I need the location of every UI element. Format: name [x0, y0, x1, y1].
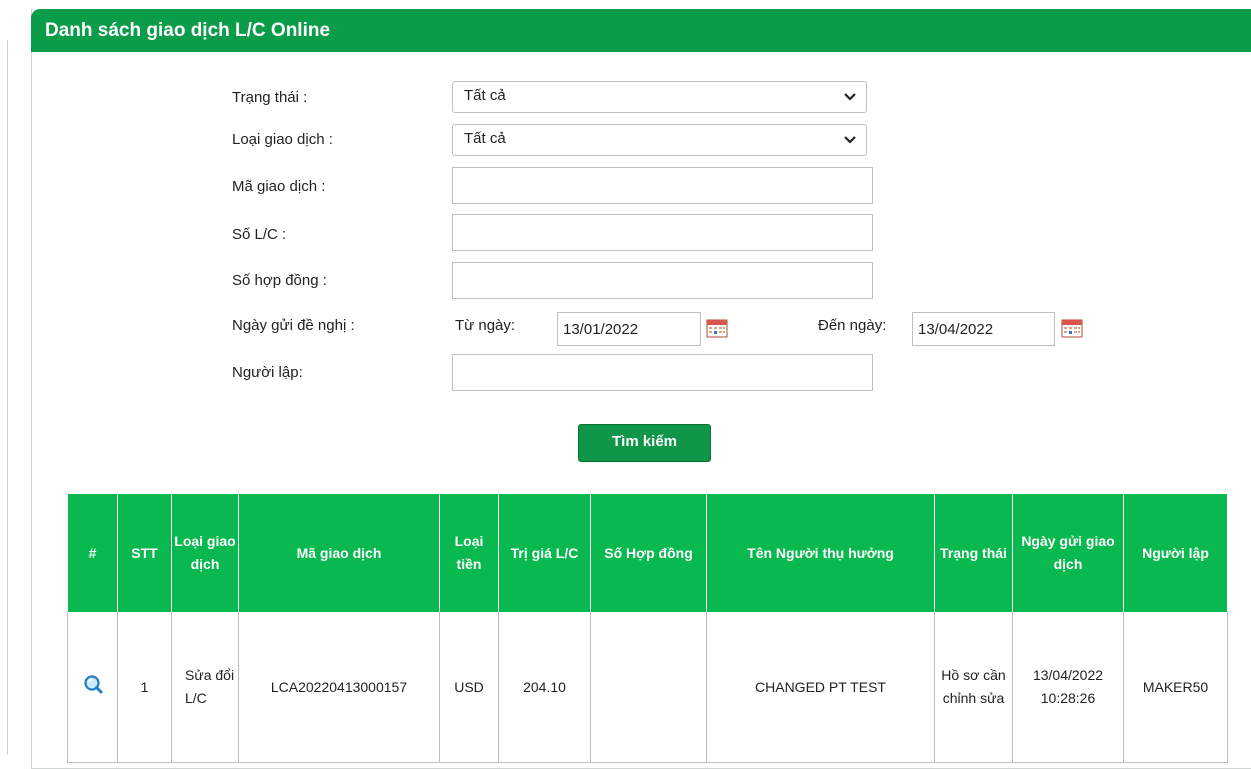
table-row: 1 Sửa đổi L/C LCA20220413000157 USD 204.…	[67, 612, 1228, 763]
lc-input[interactable]	[452, 214, 873, 251]
col-header-code: Mã giao dịch	[238, 494, 440, 612]
transactions-table: # STT Loại giao dịch Mã giao dịch Loại t…	[67, 494, 1228, 763]
to-date-label: Đến ngày:	[818, 317, 887, 334]
cell-status: Hồ sơ cần chỉnh sửa	[934, 612, 1013, 763]
type-select-value: Tất cả	[464, 130, 506, 147]
type-label: Loại giao dịch :	[232, 131, 333, 148]
calendar-icon[interactable]	[706, 318, 728, 338]
view-cell	[67, 612, 118, 763]
col-header-creator: Người lập	[1123, 494, 1228, 612]
status-select[interactable]: Tất cả	[452, 81, 867, 113]
cell-date-day: 13/04/2022	[1032, 667, 1104, 683]
contract-label: Số hợp đồng :	[232, 272, 327, 289]
creator-label: Người lập:	[232, 364, 303, 381]
col-header-stt: STT	[117, 494, 172, 612]
to-date-input[interactable]: 13/04/2022	[912, 312, 1055, 346]
status-label: Trạng thái :	[232, 89, 308, 106]
date-label: Ngày gửi đề nghị :	[232, 317, 355, 334]
from-date-label: Từ ngày:	[455, 317, 516, 334]
magnifier-icon[interactable]	[83, 674, 103, 694]
cell-code: LCA20220413000157	[238, 612, 440, 763]
cell-creator: MAKER50	[1123, 612, 1228, 763]
type-select[interactable]: Tất cả	[452, 124, 867, 156]
cell-type: Sửa đổi L/C	[171, 612, 239, 763]
cell-beneficiary: CHANGED PT TEST	[706, 612, 935, 763]
creator-input[interactable]	[452, 354, 873, 391]
cell-currency: USD	[439, 612, 499, 763]
table-header-row: # STT Loại giao dịch Mã giao dịch Loại t…	[67, 494, 1228, 612]
lc-label: Số L/C :	[232, 226, 287, 243]
col-header-status: Trạng thái	[934, 494, 1013, 612]
cell-date: 13/04/2022 10:28:26	[1012, 612, 1124, 763]
from-date-input[interactable]: 13/01/2022	[557, 312, 701, 346]
contract-input[interactable]	[452, 262, 873, 299]
col-header-date: Ngày gửi giao dịch	[1012, 494, 1124, 612]
chevron-down-icon	[844, 93, 856, 101]
code-input[interactable]	[452, 167, 873, 204]
chevron-down-icon	[844, 136, 856, 144]
calendar-icon[interactable]	[1061, 318, 1083, 338]
cell-date-time: 10:28:26	[1040, 690, 1096, 706]
col-header-hash: #	[67, 494, 118, 612]
page-title: Danh sách giao dịch L/C Online	[31, 9, 1251, 52]
search-button[interactable]: Tìm kiếm	[578, 424, 711, 462]
cell-contract	[590, 612, 707, 763]
col-header-value: Trị giá L/C	[498, 494, 591, 612]
col-header-beneficiary: Tên Người thụ hưởng	[706, 494, 935, 612]
code-label: Mã giao dịch :	[232, 178, 326, 195]
left-border-line	[7, 40, 8, 755]
col-header-currency: Loại tiền	[439, 494, 499, 612]
cell-value: 204.10	[498, 612, 591, 763]
cell-stt: 1	[117, 612, 172, 763]
col-header-type: Loại giao dịch	[171, 494, 239, 612]
status-select-value: Tất cả	[464, 87, 506, 104]
col-header-contract: Số Hợp đồng	[590, 494, 707, 612]
